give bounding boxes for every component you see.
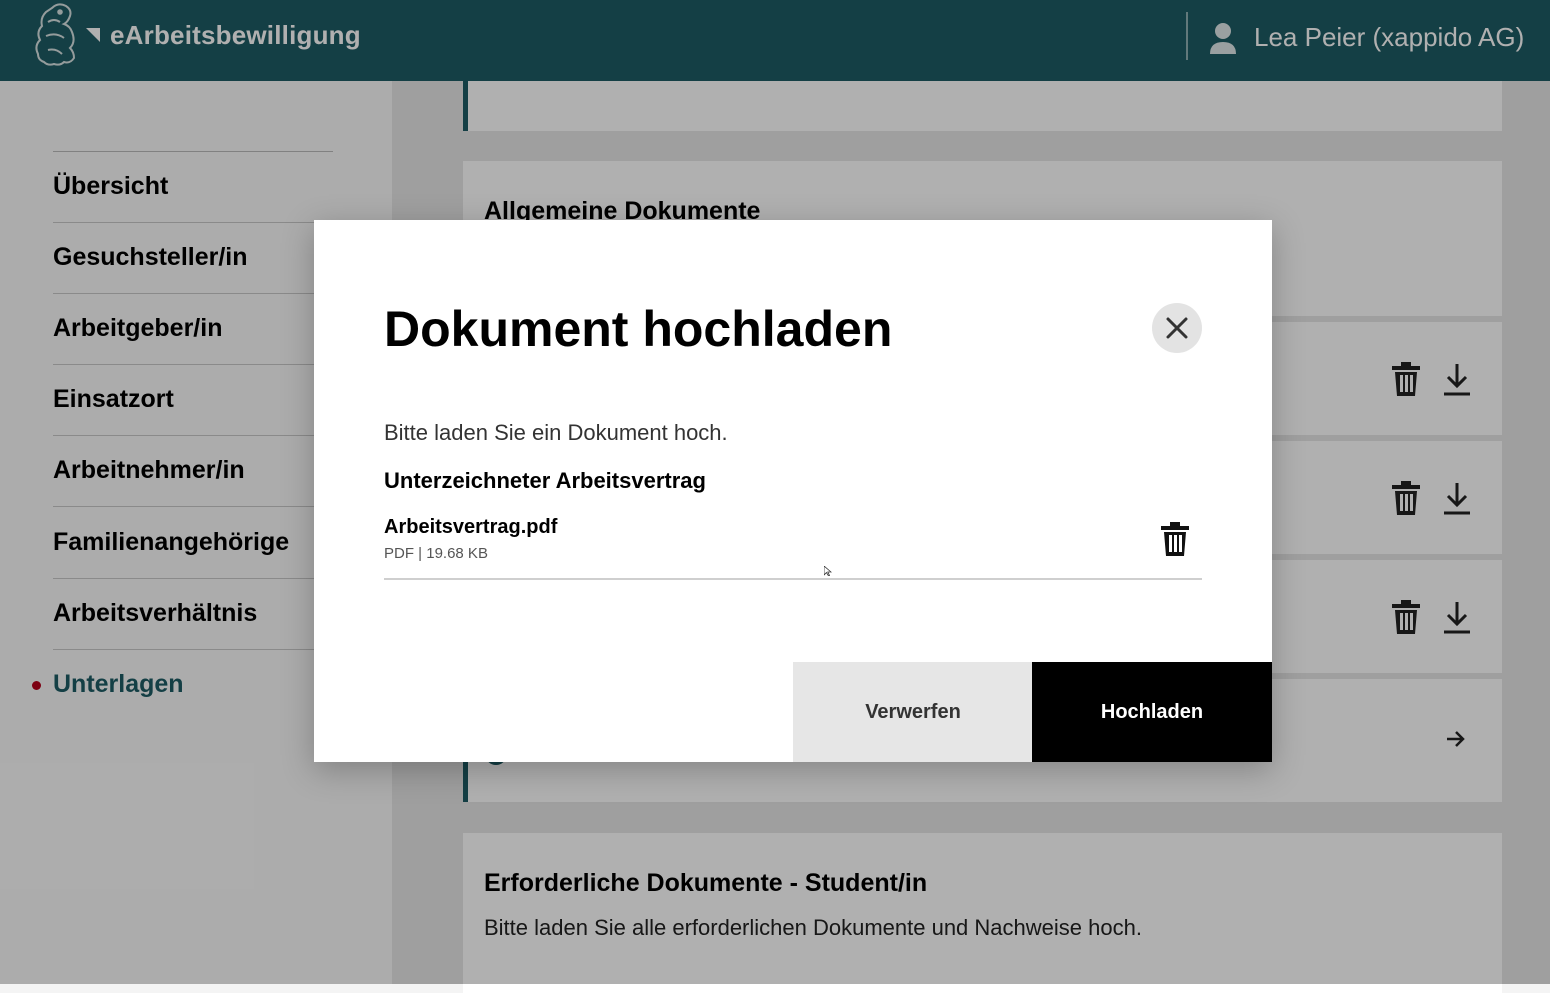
close-icon (1166, 317, 1188, 339)
discard-button[interactable]: Verwerfen (793, 662, 1033, 762)
document-type-label: Unterzeichneter Arbeitsvertrag (384, 468, 706, 493)
dialog-title: Dokument hochladen (384, 301, 893, 357)
dialog-instruction: Bitte laden Sie ein Dokument hoch. (384, 420, 728, 445)
close-button[interactable] (1152, 303, 1202, 353)
upload-dialog: Dokument hochladen Bitte laden Sie ein D… (314, 220, 1272, 762)
selected-file-row: Arbeitsvertrag.pdf PDF | 19.68 KB (384, 512, 1202, 580)
trash-icon[interactable] (1160, 522, 1190, 556)
file-meta: PDF | 19.68 KB (384, 545, 488, 562)
mouse-cursor-icon (824, 566, 832, 576)
file-name: Arbeitsvertrag.pdf (384, 516, 558, 538)
upload-button[interactable]: Hochladen (1032, 662, 1272, 762)
